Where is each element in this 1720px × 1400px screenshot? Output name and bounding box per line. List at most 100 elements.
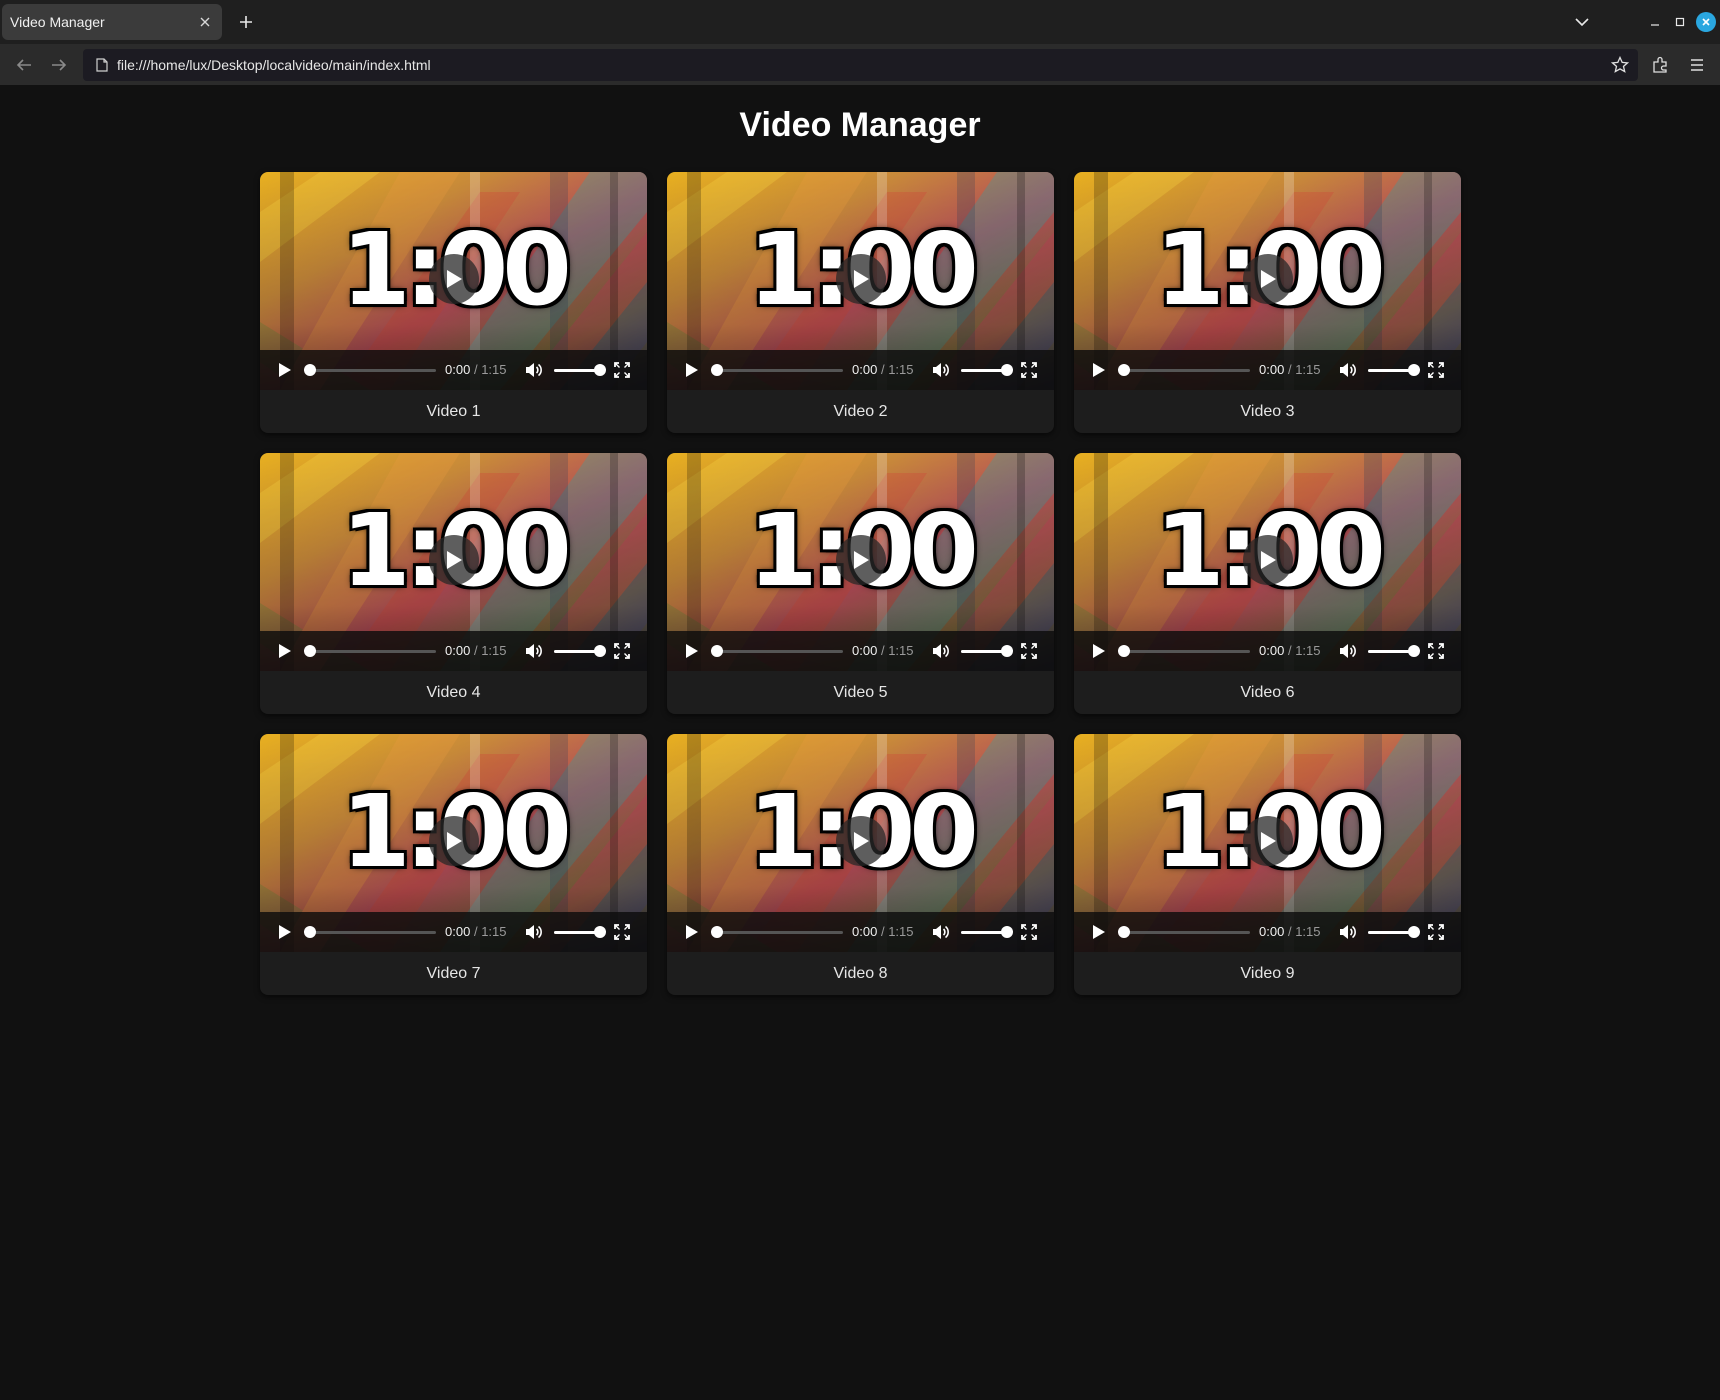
fullscreen-icon[interactable]	[1427, 361, 1445, 379]
back-arrow-icon[interactable]	[12, 53, 36, 77]
video-player[interactable]: 1:00 0:00 / 1:15	[667, 453, 1054, 671]
volume-knob[interactable]	[1001, 364, 1013, 376]
progress-bar[interactable]	[711, 926, 843, 938]
progress-knob[interactable]	[1118, 645, 1130, 657]
volume-knob[interactable]	[1408, 926, 1420, 938]
forward-arrow-icon[interactable]	[47, 53, 71, 77]
progress-knob[interactable]	[711, 926, 723, 938]
play-icon[interactable]	[276, 642, 294, 660]
progress-knob[interactable]	[304, 364, 316, 376]
star-icon[interactable]	[1610, 55, 1630, 75]
progress-knob[interactable]	[711, 645, 723, 657]
mute-icon[interactable]	[931, 641, 951, 661]
fullscreen-icon[interactable]	[1427, 923, 1445, 941]
volume-slider[interactable]	[961, 364, 1013, 376]
progress-knob[interactable]	[304, 645, 316, 657]
volume-slider[interactable]	[961, 645, 1013, 657]
plus-icon[interactable]	[234, 10, 258, 34]
progress-bar[interactable]	[1118, 645, 1250, 657]
menu-icon[interactable]	[1685, 53, 1709, 77]
fullscreen-icon[interactable]	[1020, 923, 1038, 941]
chevron-down-icon[interactable]	[1570, 10, 1594, 34]
mute-icon[interactable]	[931, 922, 951, 942]
fullscreen-icon[interactable]	[1020, 361, 1038, 379]
close-icon[interactable]	[196, 13, 214, 31]
window-close-icon[interactable]	[1696, 12, 1716, 32]
mute-icon[interactable]	[524, 641, 544, 661]
progress-knob[interactable]	[711, 364, 723, 376]
mute-icon[interactable]	[1338, 360, 1358, 380]
play-icon[interactable]	[1090, 361, 1108, 379]
volume-knob[interactable]	[1408, 364, 1420, 376]
mute-icon[interactable]	[524, 922, 544, 942]
big-play-icon[interactable]	[1243, 535, 1293, 585]
big-play-icon[interactable]	[1243, 254, 1293, 304]
progress-knob[interactable]	[304, 926, 316, 938]
big-play-icon[interactable]	[1243, 816, 1293, 866]
video-title: Video 4	[426, 683, 481, 701]
time-display: 0:00 / 1:15	[1259, 643, 1321, 658]
fullscreen-icon[interactable]	[1020, 642, 1038, 660]
play-icon[interactable]	[1090, 923, 1108, 941]
play-icon[interactable]	[683, 923, 701, 941]
extensions-icon[interactable]	[1648, 53, 1672, 77]
big-play-icon[interactable]	[836, 535, 886, 585]
big-play-icon[interactable]	[429, 535, 479, 585]
progress-bar[interactable]	[1118, 926, 1250, 938]
video-player[interactable]: 1:00 0:00 / 1:15	[1074, 172, 1461, 390]
progress-bar[interactable]	[304, 364, 436, 376]
video-player[interactable]: 1:00 0:00 / 1:15	[260, 453, 647, 671]
progress-bar[interactable]	[304, 645, 436, 657]
play-icon[interactable]	[276, 923, 294, 941]
mute-icon[interactable]	[1338, 922, 1358, 942]
maximize-icon[interactable]	[1670, 12, 1690, 32]
volume-slider[interactable]	[1368, 926, 1420, 938]
play-icon[interactable]	[1090, 642, 1108, 660]
volume-slider[interactable]	[554, 364, 606, 376]
volume-slider[interactable]	[554, 645, 606, 657]
video-player[interactable]: 1:00 0:00 / 1:15	[1074, 453, 1461, 671]
progress-bar[interactable]	[711, 364, 843, 376]
progress-knob[interactable]	[1118, 926, 1130, 938]
video-player[interactable]: 1:00 0:00 / 1:15	[260, 734, 647, 952]
video-player[interactable]: 1:00 0:00 / 1:15	[667, 172, 1054, 390]
mute-icon[interactable]	[524, 360, 544, 380]
big-play-icon[interactable]	[836, 254, 886, 304]
progress-knob[interactable]	[1118, 364, 1130, 376]
video-controls: 0:00 / 1:15	[667, 350, 1054, 390]
big-play-icon[interactable]	[429, 816, 479, 866]
big-play-icon[interactable]	[836, 816, 886, 866]
volume-slider[interactable]	[961, 926, 1013, 938]
fullscreen-icon[interactable]	[613, 642, 631, 660]
volume-slider[interactable]	[1368, 645, 1420, 657]
volume-knob[interactable]	[1408, 645, 1420, 657]
big-play-icon[interactable]	[429, 254, 479, 304]
volume-knob[interactable]	[1001, 645, 1013, 657]
video-player[interactable]: 1:00 0:00 / 1:15	[667, 734, 1054, 952]
progress-bar[interactable]	[711, 645, 843, 657]
fullscreen-icon[interactable]	[1427, 642, 1445, 660]
minimize-icon[interactable]	[1645, 12, 1665, 32]
play-icon[interactable]	[683, 642, 701, 660]
mute-icon[interactable]	[1338, 641, 1358, 661]
current-time: 0:00	[445, 362, 471, 377]
volume-knob[interactable]	[594, 926, 606, 938]
volume-knob[interactable]	[594, 645, 606, 657]
play-icon[interactable]	[276, 361, 294, 379]
progress-bar[interactable]	[1118, 364, 1250, 376]
video-card: 1:00 0:00 / 1:15	[1074, 453, 1461, 714]
volume-knob[interactable]	[1001, 926, 1013, 938]
volume-slider[interactable]	[554, 926, 606, 938]
progress-bar[interactable]	[304, 926, 436, 938]
url-bar[interactable]: file:///home/lux/Desktop/localvideo/main…	[83, 49, 1638, 81]
video-player[interactable]: 1:00 0:00 / 1:15	[260, 172, 647, 390]
volume-knob[interactable]	[594, 364, 606, 376]
video-controls: 0:00 / 1:15	[667, 631, 1054, 671]
video-player[interactable]: 1:00 0:00 / 1:15	[1074, 734, 1461, 952]
play-icon[interactable]	[683, 361, 701, 379]
fullscreen-icon[interactable]	[613, 923, 631, 941]
volume-slider[interactable]	[1368, 364, 1420, 376]
mute-icon[interactable]	[931, 360, 951, 380]
browser-tab[interactable]: Video Manager	[2, 4, 222, 40]
fullscreen-icon[interactable]	[613, 361, 631, 379]
